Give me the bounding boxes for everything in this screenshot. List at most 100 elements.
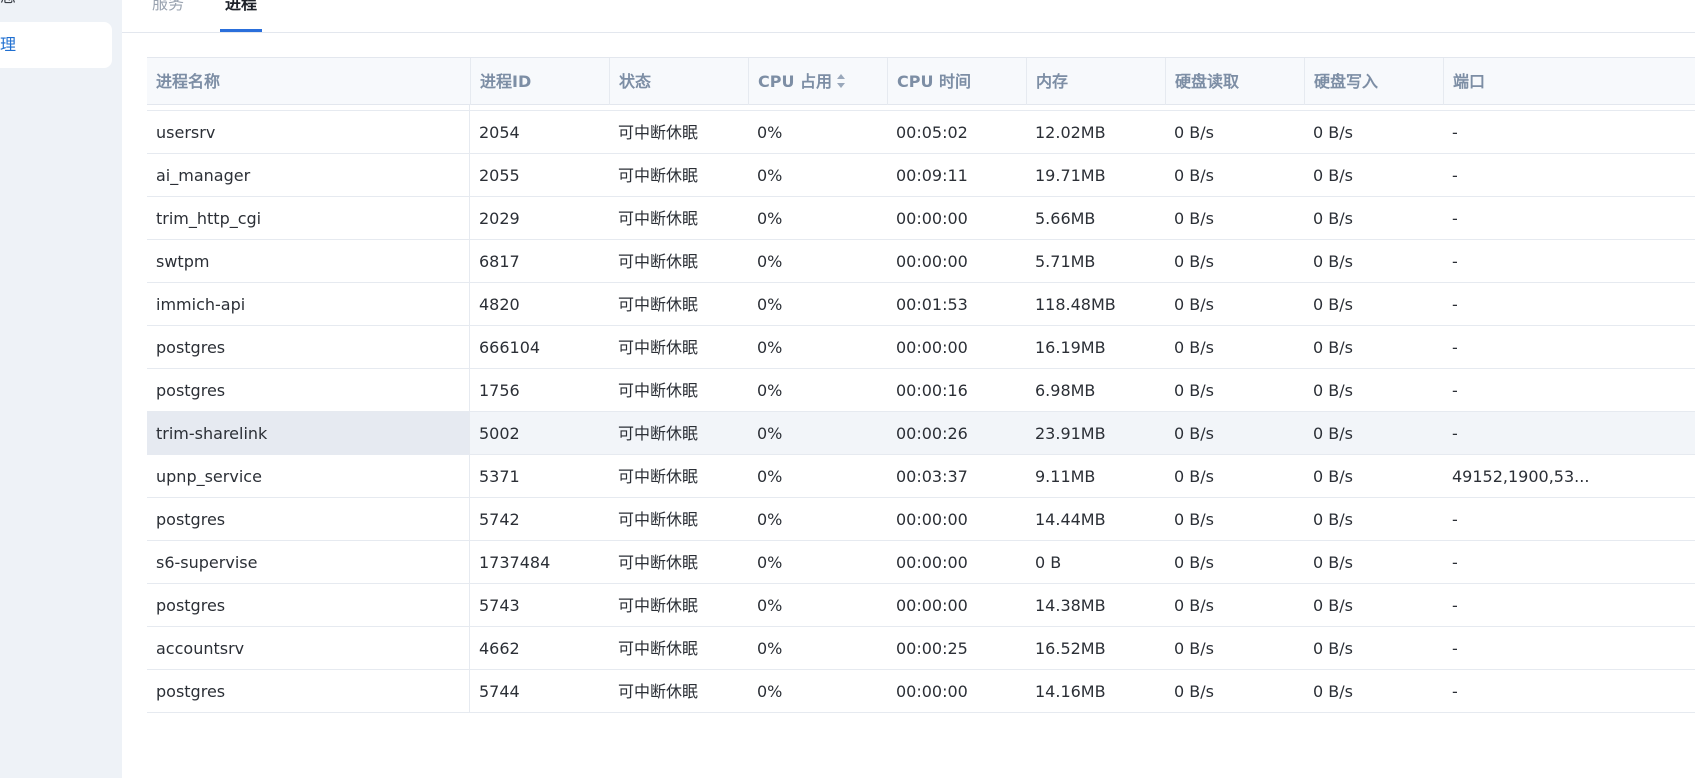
tab-services[interactable]: 服务 (147, 0, 189, 32)
cell-status: 可中断休眠 (618, 381, 699, 400)
cell-disk-read: 0 B/s (1174, 381, 1214, 400)
cell-pid: 5743 (479, 596, 520, 615)
cell-pid: 1737484 (479, 553, 551, 572)
cell-port: - (1452, 639, 1458, 658)
column-header-disk-read[interactable]: 硬盘读取 (1165, 58, 1304, 105)
cell-process-name: ai_manager (147, 154, 470, 197)
cell-disk-write: 0 B/s (1313, 510, 1353, 529)
cell-status: 可中断休眠 (618, 639, 699, 658)
cell-disk-write: 0 B/s (1313, 553, 1353, 572)
cell-cpu-time: 00:00:00 (896, 596, 968, 615)
cell-pid: 5744 (479, 682, 520, 701)
cell-cpu-usage: 0% (757, 381, 783, 400)
cell-pid: 1756 (479, 381, 520, 400)
table-row[interactable]: trim_http_cgi 2029 可中断休眠 0% 00:00:00 5.66MB 0 … (147, 197, 1695, 240)
column-header-cpu-usage[interactable]: CPU 占用 (748, 58, 887, 105)
cell-process-name: postgres (147, 326, 470, 369)
column-header-disk-write[interactable]: 硬盘写入 (1304, 58, 1443, 105)
column-header-status[interactable]: 状态 (609, 58, 748, 105)
cell-pid: 5371 (479, 467, 520, 486)
cell-port: - (1452, 381, 1458, 400)
cell-status: 可中断休眠 (618, 424, 699, 443)
cell-disk-read: 0 B/s (1174, 553, 1214, 572)
cell-status: 可中断休眠 (618, 209, 699, 228)
cell-port: - (1452, 596, 1458, 615)
cell-cpu-usage: 0% (757, 553, 783, 572)
cell-port: - (1452, 209, 1458, 228)
cell-cpu-usage: 0% (757, 252, 783, 271)
column-header-label: 内存 (1036, 72, 1069, 91)
table-row[interactable]: ai_manager 2055 可中断休眠 0% 00:09:11 19.71MB 0 B/… (147, 154, 1695, 197)
cell-process-name: postgres (147, 584, 470, 627)
cell-pid: 5002 (479, 424, 520, 443)
cell-disk-read: 0 B/s (1174, 338, 1214, 357)
cell-disk-read: 0 B/s (1174, 596, 1214, 615)
column-header-label: CPU 占用 (758, 72, 833, 91)
cell-process-name: postgres (147, 670, 470, 713)
cell-status: 可中断休眠 (618, 252, 699, 271)
table-row[interactable]: postgres 5744 可中断休眠 0% 00:00:00 14.16MB 0 B/s 0… (147, 670, 1695, 713)
table-row[interactable]: postgres 5742 可中断休眠 0% 00:00:00 14.44MB 0 B/s 0… (147, 498, 1695, 541)
table-row[interactable]: accountsrv 4662 可中断休眠 0% 00:00:25 16.52MB 0 B/… (147, 627, 1695, 670)
cell-disk-read: 0 B/s (1174, 209, 1214, 228)
cell-memory: 118.48MB (1035, 295, 1116, 314)
cell-disk-write: 0 B/s (1313, 166, 1353, 185)
cell-disk-write: 0 B/s (1313, 338, 1353, 357)
cell-port: - (1452, 338, 1458, 357)
cell-process-name: swtpm (147, 240, 470, 283)
cell-cpu-time: 00:00:00 (896, 510, 968, 529)
table-row[interactable]: upnp_service 5371 可中断休眠 0% 00:03:37 9.11MB 0 B… (147, 455, 1695, 498)
cell-memory: 14.44MB (1035, 510, 1106, 529)
table-row[interactable]: usersrv 2054 可中断休眠 0% 00:05:02 12.02MB 0 B/s 0 … (147, 111, 1695, 154)
cell-memory: 16.19MB (1035, 338, 1106, 357)
cell-port: - (1452, 510, 1458, 529)
column-header-pid[interactable]: 进程ID (470, 58, 609, 105)
table-row[interactable]: postgres 1756 可中断休眠 0% 00:00:16 6.98MB 0 B/s 0 … (147, 369, 1695, 412)
cell-status: 可中断休眠 (618, 295, 699, 314)
cell-cpu-time: 00:00:00 (896, 252, 968, 271)
table-row[interactable]: postgres 666104 可中断休眠 0% 00:00:00 16.19MB 0 B/… (147, 326, 1695, 369)
table-row[interactable]: swtpm 6817 可中断休眠 0% 00:00:00 5.71MB 0 B/s 0 B/s… (147, 240, 1695, 283)
cell-process-name: postgres (147, 498, 470, 541)
cell-cpu-usage: 0% (757, 123, 783, 142)
column-header-cpu-time[interactable]: CPU 时间 (887, 58, 1026, 105)
cell-status: 可中断休眠 (618, 553, 699, 572)
table-row[interactable]: trim-sharelink 5002 可中断休眠 0% 00:00:26 23.91MB… (147, 412, 1695, 455)
cell-port: - (1452, 123, 1458, 142)
cell-disk-write: 0 B/s (1313, 682, 1353, 701)
cell-disk-read: 0 B/s (1174, 295, 1214, 314)
cell-status: 可中断休眠 (618, 338, 699, 357)
column-header-memory[interactable]: 内存 (1026, 58, 1165, 105)
cell-cpu-time: 00:09:11 (896, 166, 968, 185)
cell-cpu-time: 00:00:00 (896, 553, 968, 572)
column-header-port[interactable]: 端口 (1443, 58, 1695, 105)
table-header: 进程名称 进程ID 状态 CPU 占用 CPU 时间 内存 硬盘读取 硬盘写入 … (147, 58, 1695, 105)
table-row[interactable]: postgres 5743 可中断休眠 0% 00:00:00 14.38MB 0 B/s 0… (147, 584, 1695, 627)
cell-pid: 6817 (479, 252, 520, 271)
table-row[interactable]: immich-api 4820 可中断休眠 0% 00:01:53 118.48MB 0 B… (147, 283, 1695, 326)
cell-pid: 2054 (479, 123, 520, 142)
column-header-label: 硬盘写入 (1314, 72, 1379, 91)
cell-port: - (1452, 682, 1458, 701)
sidebar-item-management[interactable]: 理 (0, 22, 112, 68)
cell-memory: 19.71MB (1035, 166, 1106, 185)
cell-cpu-usage: 0% (757, 467, 783, 486)
sort-icon[interactable] (837, 74, 846, 88)
cell-cpu-usage: 0% (757, 295, 783, 314)
sidebar-item-status[interactable]: 态 (0, 0, 112, 20)
cell-disk-write: 0 B/s (1313, 424, 1353, 443)
cell-cpu-usage: 0% (757, 510, 783, 529)
cell-cpu-time: 00:00:00 (896, 338, 968, 357)
column-header-process-name[interactable]: 进程名称 (147, 58, 470, 105)
cell-memory: 14.16MB (1035, 682, 1106, 701)
cell-cpu-usage: 0% (757, 166, 783, 185)
cell-pid: 666104 (479, 338, 541, 357)
cell-cpu-usage: 0% (757, 424, 783, 443)
tab-strip: 服务 进程 (122, 0, 1695, 33)
cell-port: - (1452, 424, 1458, 443)
column-header-label: 状态 (619, 72, 652, 91)
tab-processes[interactable]: 进程 (220, 0, 263, 32)
table-row[interactable]: s6-supervise 1737484 可中断休眠 0% 00:00:00 0 B 0 B… (147, 541, 1695, 584)
cell-disk-read: 0 B/s (1174, 639, 1214, 658)
cell-status: 可中断休眠 (618, 510, 699, 529)
